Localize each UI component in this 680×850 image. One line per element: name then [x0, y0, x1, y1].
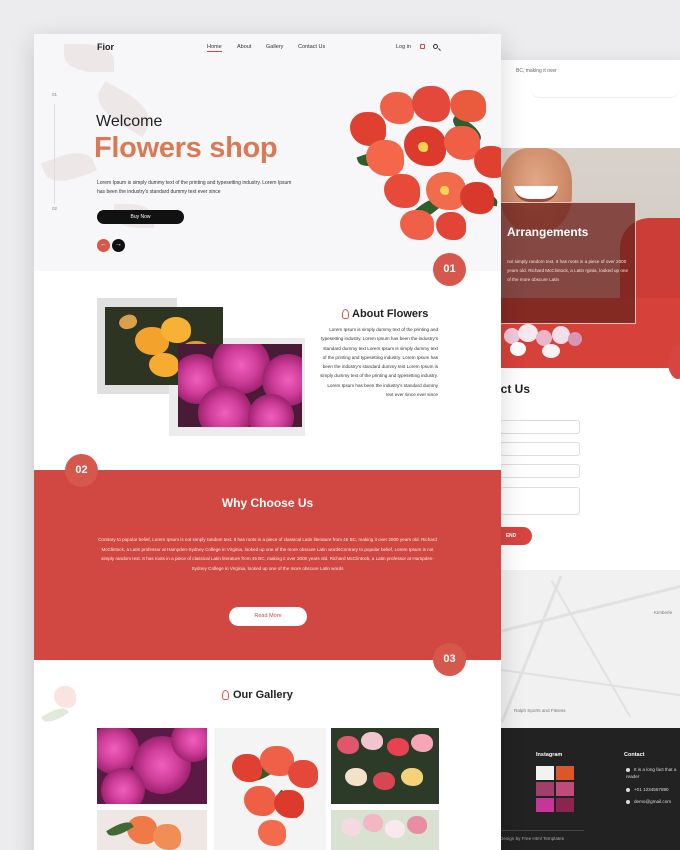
insta-thumb-2[interactable] — [556, 766, 574, 780]
back-page-preview: BC, making it over Arrangements not simp… — [470, 60, 680, 850]
cart-icon[interactable] — [420, 44, 425, 49]
back-top-text: BC, making it over — [516, 68, 557, 74]
location-map[interactable]: Kimberle Ralph Sports and Fitness — [470, 570, 680, 728]
mail-icon — [626, 799, 630, 804]
footer-address: It is a long fact that a reader — [626, 767, 677, 779]
slide-indicator-line — [54, 104, 55, 204]
search-icon[interactable] — [433, 44, 438, 49]
stage: BC, making it over Arrangements not simp… — [0, 0, 680, 850]
gallery-flower-icon — [222, 690, 229, 700]
login-link[interactable]: Log in — [396, 44, 411, 50]
hero-welcome: Welcome — [96, 113, 163, 130]
contact-name-field[interactable] — [500, 420, 580, 434]
about-text: Lorem Ipsum is simply dummy text of the … — [320, 327, 438, 398]
nav-contact[interactable]: Contact Us — [298, 44, 325, 50]
about-title: About Flowers — [352, 308, 429, 320]
section-number-02: 02 — [65, 454, 98, 487]
next-arrow-icon[interactable]: → — [112, 239, 125, 252]
why-text: Contrary to popular belief, Lorem Ipsum … — [98, 537, 437, 571]
footer-email[interactable]: demo@gmail.com — [626, 798, 671, 805]
phone-icon — [626, 787, 630, 792]
insta-thumb-1[interactable] — [536, 766, 554, 780]
footer-divider — [500, 830, 584, 831]
arrangements-text: not simply random text. It has roots in … — [507, 259, 629, 282]
section-number-01: 01 — [433, 253, 466, 286]
bouquet-image — [500, 322, 610, 366]
footer-copyright: Design by Free Html Templates — [500, 836, 564, 841]
slide-number-2[interactable]: 02 — [52, 206, 57, 211]
gallery-image-orange-roses[interactable] — [97, 810, 207, 850]
contact-message-field[interactable] — [500, 487, 580, 515]
gallery-image-dahlias[interactable] — [97, 728, 207, 804]
map-label-ralph: Ralph Sports and Fitness — [514, 708, 566, 713]
gallery-image-red-bouquet[interactable] — [214, 728, 326, 850]
logo[interactable]: Fior — [97, 42, 114, 52]
hero-title: Flowers shop — [94, 132, 278, 164]
slide-number-1[interactable]: 01 — [52, 92, 57, 97]
read-more-button[interactable]: Read More — [229, 607, 307, 626]
footer-instagram-title: Instagram — [536, 752, 563, 758]
back-top-divider — [530, 88, 680, 98]
hero-text: Lorem Ipsum is simply dummy text of the … — [97, 180, 292, 195]
gallery-image-tulips[interactable] — [331, 810, 439, 850]
nav-gallery[interactable]: Gallery — [266, 44, 283, 50]
gallery-decor-flower — [34, 684, 84, 744]
section-number-03: 03 — [433, 643, 466, 676]
why-title: Why Choose Us — [221, 496, 314, 510]
nav-home[interactable]: Home — [207, 44, 222, 52]
buy-now-button[interactable]: Buy Now — [97, 210, 184, 224]
prev-arrow-icon[interactable]: ← — [97, 239, 110, 252]
gallery-title: Our Gallery — [233, 689, 293, 701]
contact-email-field[interactable] — [500, 442, 580, 456]
footer-phone[interactable]: +01 1234567890 — [626, 786, 669, 793]
nav-about[interactable]: About — [237, 44, 251, 50]
map-label-kimberle: Kimberle — [654, 610, 673, 615]
location-icon — [626, 767, 630, 772]
arrangements-title: Arrangements — [507, 225, 589, 239]
contact-phone-field[interactable] — [500, 464, 580, 478]
gallery-image-tulip-bundles[interactable] — [331, 728, 439, 804]
insta-thumb-4[interactable] — [556, 782, 574, 796]
arrangements-overlay: Arrangements not simply random text. It … — [500, 202, 636, 324]
main-page-preview: Fior Home About Gallery Contact Us Log i… — [34, 34, 501, 850]
dahlia-flowers-image — [178, 344, 302, 427]
insta-thumb-5[interactable] — [536, 798, 554, 812]
hero-bouquet-image — [340, 82, 501, 254]
hero-section: Fior Home About Gallery Contact Us Log i… — [34, 34, 501, 271]
insta-thumb-6[interactable] — [556, 798, 574, 812]
insta-thumb-3[interactable] — [536, 782, 554, 796]
footer-contact-title: Contact — [624, 752, 645, 758]
flower-icon — [342, 309, 349, 319]
